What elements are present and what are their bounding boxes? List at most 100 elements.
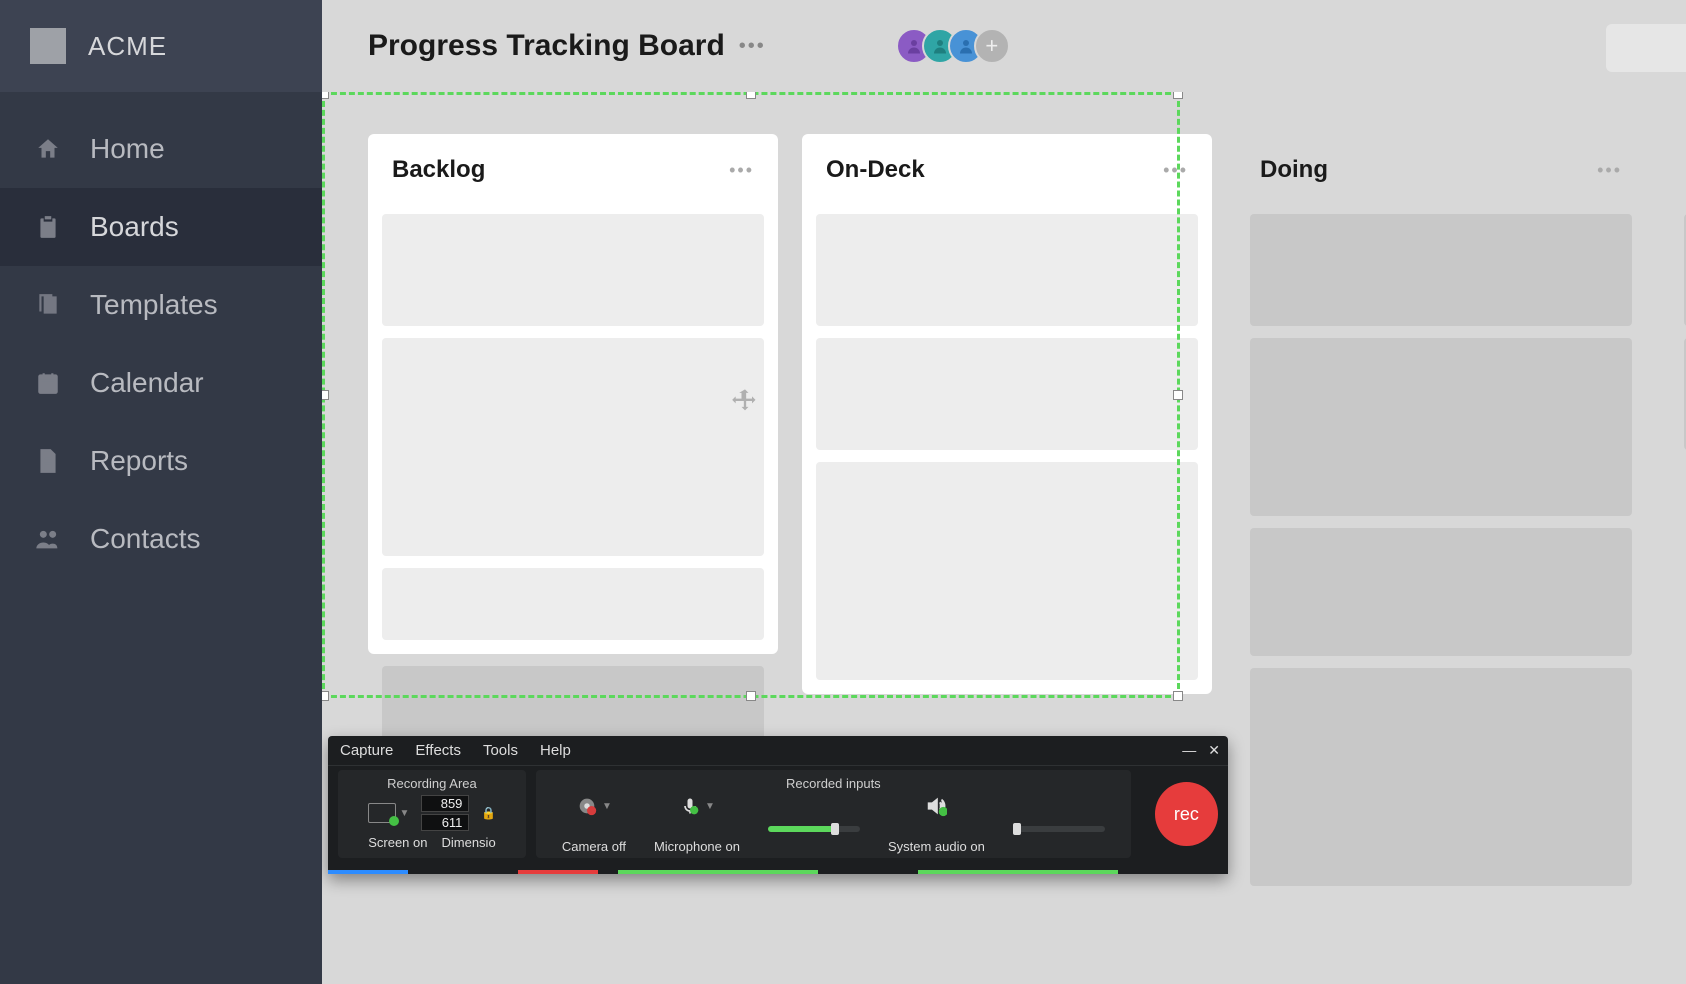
column-title: Backlog (392, 156, 485, 184)
card[interactable] (1250, 214, 1632, 326)
column-menu-button[interactable]: ••• (1163, 160, 1188, 181)
card[interactable] (382, 568, 764, 640)
systemaudio-slider-block (999, 818, 1119, 832)
topbar: Progress Tracking Board ••• + (322, 0, 1686, 92)
microphone-status-label: Microphone on (654, 839, 740, 854)
chevron-down-icon[interactable]: ▼ (602, 801, 612, 812)
card[interactable] (1250, 668, 1632, 886)
inputs-row: ▼ Camera off ▼ Microphone on (548, 795, 1119, 854)
screen-status-label: Screen on (368, 835, 427, 850)
avatar-group: + (896, 28, 1010, 64)
record-button[interactable]: rec (1155, 782, 1218, 846)
users-icon (34, 525, 62, 553)
area-sublabels: Screen on Dimensio (368, 835, 495, 850)
panel-title: Recorded inputs (786, 776, 881, 791)
nav-label: Home (90, 133, 165, 165)
nav-item-templates[interactable]: Templates (0, 266, 322, 344)
card[interactable] (382, 214, 764, 326)
window-controls: — ✕ (1182, 742, 1220, 759)
nav-label: Reports (90, 445, 188, 477)
main-area: Progress Tracking Board ••• + Backlog (322, 0, 1686, 984)
card[interactable] (816, 462, 1198, 680)
brand: ACME (0, 0, 322, 92)
column-doing: Doing ••• (1236, 134, 1646, 984)
dimensions-label: Dimensio (441, 835, 495, 850)
systemaudio-status-label: System audio on (888, 839, 985, 854)
nav-item-reports[interactable]: Reports (0, 422, 322, 500)
column-title: Doing (1260, 156, 1328, 184)
resize-handle[interactable] (322, 92, 329, 99)
panel-title: Recording Area (387, 776, 477, 791)
recorder-bottom-bar (328, 870, 1228, 874)
area-row: ▼ 859 611 🔒 (368, 795, 497, 831)
nav-item-home[interactable]: Home (0, 110, 322, 188)
chevron-down-icon: ▼ (400, 808, 410, 819)
nav-label: Contacts (90, 523, 201, 555)
sidebar: ACME Home Boards Templates Calendar (0, 0, 322, 984)
height-field[interactable]: 611 (421, 814, 469, 831)
menu-help[interactable]: Help (540, 742, 571, 759)
camera-icon[interactable] (576, 795, 598, 817)
card[interactable] (382, 338, 764, 556)
nav-label: Templates (90, 289, 218, 321)
microphone-slider[interactable] (768, 826, 860, 832)
copy-icon (34, 291, 62, 319)
minimize-icon[interactable]: — (1182, 742, 1196, 759)
camera-status-label: Camera off (562, 839, 626, 854)
resize-handle[interactable] (322, 691, 329, 701)
calendar-icon (34, 369, 62, 397)
nav-item-contacts[interactable]: Contacts (0, 500, 322, 578)
microphone-icon[interactable] (679, 795, 701, 817)
width-field[interactable]: 859 (421, 795, 469, 812)
board-title: Progress Tracking Board (368, 29, 725, 63)
menu-capture[interactable]: Capture (340, 742, 393, 759)
add-user-button[interactable]: + (974, 28, 1010, 64)
column-menu-button[interactable]: ••• (729, 160, 754, 181)
topbar-right-stub (1606, 24, 1686, 72)
systemaudio-slider[interactable] (1013, 826, 1105, 832)
recording-area-panel: Recording Area ▼ 859 611 🔒 Screen on Dim… (338, 770, 526, 858)
column-header: Backlog ••• (382, 134, 764, 202)
dimensions-box: 859 611 (421, 795, 469, 831)
column-surface: Backlog ••• (368, 134, 778, 654)
column-surface: Done (1670, 134, 1686, 464)
microphone-block: ▼ Microphone on (640, 795, 754, 854)
column-done: Done (1670, 134, 1686, 984)
nav-item-boards[interactable]: Boards (0, 188, 322, 266)
column-header: Doing ••• (1250, 134, 1632, 202)
camtasia-recorder[interactable]: Capture Effects Tools Help — ✕ Recording… (328, 736, 1228, 874)
recorder-menubar: Capture Effects Tools Help — ✕ (328, 736, 1228, 766)
nav-item-calendar[interactable]: Calendar (0, 344, 322, 422)
menu-effects[interactable]: Effects (415, 742, 461, 759)
screen-icon (368, 803, 396, 823)
microphone-slider-block (754, 818, 874, 832)
nav-label: Calendar (90, 367, 204, 399)
card[interactable] (1250, 528, 1632, 656)
lock-icon[interactable]: 🔒 (481, 806, 496, 820)
systemaudio-block: System audio on (874, 795, 999, 854)
board-menu-button[interactable]: ••• (739, 35, 766, 58)
chevron-down-icon[interactable]: ▼ (705, 801, 715, 812)
brand-name: ACME (88, 31, 167, 62)
recorded-inputs-panel: Recorded inputs ▼ Camera off (536, 770, 1131, 858)
nav: Home Boards Templates Calendar Reports (0, 92, 322, 578)
column-menu-button[interactable]: ••• (1597, 160, 1622, 181)
close-icon[interactable]: ✕ (1208, 742, 1220, 759)
home-icon (34, 135, 62, 163)
speaker-icon[interactable] (925, 795, 947, 817)
file-icon (34, 447, 62, 475)
brand-logo (30, 28, 66, 64)
resize-handle[interactable] (322, 390, 329, 400)
camera-block: ▼ Camera off (548, 795, 640, 854)
column-title: On-Deck (826, 156, 925, 184)
menu-tools[interactable]: Tools (483, 742, 518, 759)
card[interactable] (816, 338, 1198, 450)
nav-label: Boards (90, 211, 179, 243)
column-surface: On-Deck ••• (802, 134, 1212, 694)
clipboard-icon (34, 213, 62, 241)
card[interactable] (816, 214, 1198, 326)
recorder-body: Recording Area ▼ 859 611 🔒 Screen on Dim… (328, 766, 1228, 870)
screen-select[interactable]: ▼ (368, 803, 410, 823)
column-surface: Doing ••• (1236, 134, 1646, 900)
card[interactable] (1250, 338, 1632, 516)
